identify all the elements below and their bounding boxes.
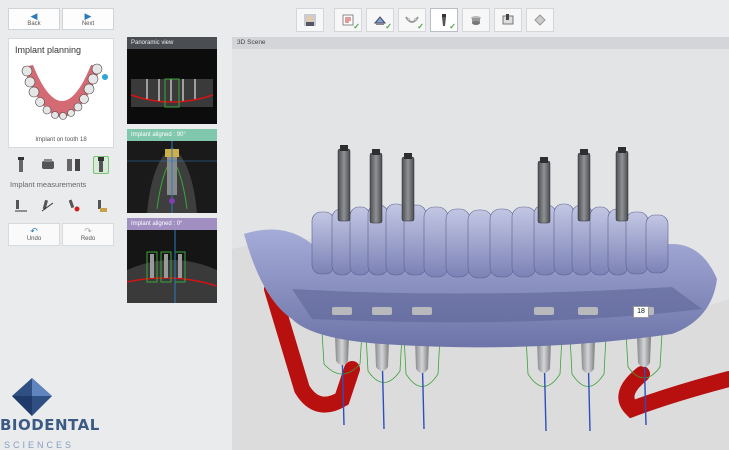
workflow-step-implant-planning[interactable]: ✓ bbox=[430, 8, 458, 32]
workflow-step-guide[interactable] bbox=[494, 8, 522, 32]
biodental-logo bbox=[12, 378, 52, 416]
implant-tool-4[interactable] bbox=[92, 156, 109, 174]
aligned-0-title: Implant aligned : 0° bbox=[127, 218, 217, 230]
guide-design-icon bbox=[502, 14, 514, 25]
measure-tool-4[interactable] bbox=[93, 197, 109, 215]
logo-text: BIODENTAL bbox=[0, 416, 100, 434]
workflow-step-alignment[interactable]: ✓ bbox=[398, 8, 426, 32]
workflow-step-export[interactable] bbox=[526, 8, 554, 32]
measurements-label: Implant measurements bbox=[10, 180, 87, 189]
undo-label: Undo bbox=[26, 236, 42, 242]
back-label: Back bbox=[27, 20, 41, 27]
back-button[interactable]: ◀ Back bbox=[8, 8, 60, 30]
jaw-thumbnail bbox=[21, 63, 108, 120]
implant-tools bbox=[8, 153, 114, 177]
implant-planning-panel: Implant planning Implant on tooth 18 bbox=[8, 38, 114, 148]
panoramic-image bbox=[127, 49, 217, 124]
workflow-step-abutment[interactable] bbox=[462, 8, 490, 32]
measure-tool-2[interactable] bbox=[40, 197, 56, 215]
next-button[interactable]: ▶ Next bbox=[62, 8, 114, 30]
arrow-right-icon: ▶ bbox=[84, 10, 92, 21]
panel-title: Implant planning bbox=[15, 45, 82, 55]
patient-photo-icon bbox=[304, 14, 316, 26]
workflow-step-prescription[interactable]: ✓ bbox=[334, 8, 362, 32]
abutment-icon bbox=[41, 159, 54, 169]
panoramic-view[interactable]: Panoramic view bbox=[127, 37, 217, 124]
abutment-icon bbox=[471, 16, 481, 25]
next-label: Next bbox=[81, 20, 95, 27]
scene-title: 3D Scene bbox=[232, 37, 729, 49]
logo-subtext: SCIENCES bbox=[4, 440, 75, 450]
implant-tool-3[interactable] bbox=[66, 156, 82, 174]
workflow-step-scan[interactable]: ✓ bbox=[366, 8, 394, 32]
workflow-step-patient[interactable] bbox=[296, 8, 324, 32]
check-icon: ✓ bbox=[417, 22, 424, 31]
redo-label: Redo bbox=[80, 236, 96, 242]
implant-tool-2[interactable] bbox=[40, 156, 56, 174]
implant-aligned-0-view[interactable]: Implant aligned : 0° bbox=[126, 218, 218, 303]
aligned-0-image bbox=[126, 230, 218, 303]
undo-button[interactable]: ↶ Undo bbox=[8, 223, 60, 246]
check-icon: ✓ bbox=[449, 22, 456, 31]
undo-icon: ↶ bbox=[30, 226, 38, 236]
check-icon: ✓ bbox=[385, 22, 392, 31]
scene-3d-render bbox=[232, 49, 729, 450]
redo-icon: ↷ bbox=[84, 226, 92, 236]
panoramic-view-title: Panoramic view bbox=[127, 37, 217, 49]
nerve-distance-icon bbox=[68, 199, 80, 212]
measurement-tools bbox=[8, 194, 114, 218]
arrow-left-icon: ◀ bbox=[30, 10, 38, 21]
tooth-number-tag[interactable]: 18 bbox=[633, 306, 649, 318]
scene-3d[interactable]: 3D Scene bbox=[232, 37, 729, 450]
implant-aligned-90-view[interactable]: Implant aligned : 90° bbox=[127, 129, 217, 213]
aligned-90-image bbox=[127, 141, 217, 213]
distance-measure-icon bbox=[15, 200, 28, 212]
export-icon bbox=[534, 14, 546, 26]
measure-tool-1[interactable] bbox=[13, 197, 29, 215]
angle-measure-icon bbox=[41, 199, 54, 212]
panel-subtitle: Implant on tooth 18 bbox=[35, 137, 87, 143]
bone-density-icon bbox=[97, 200, 107, 212]
redo-button[interactable]: ↷ Redo bbox=[62, 223, 114, 246]
implant-selected-icon bbox=[97, 157, 104, 172]
check-icon: ✓ bbox=[353, 22, 360, 31]
measure-tool-3[interactable] bbox=[66, 197, 82, 215]
multi-implant-icon bbox=[67, 159, 81, 171]
implant-icon bbox=[18, 157, 25, 172]
aligned-90-title: Implant aligned : 90° bbox=[127, 129, 217, 141]
implant-tool-1[interactable] bbox=[13, 156, 29, 174]
